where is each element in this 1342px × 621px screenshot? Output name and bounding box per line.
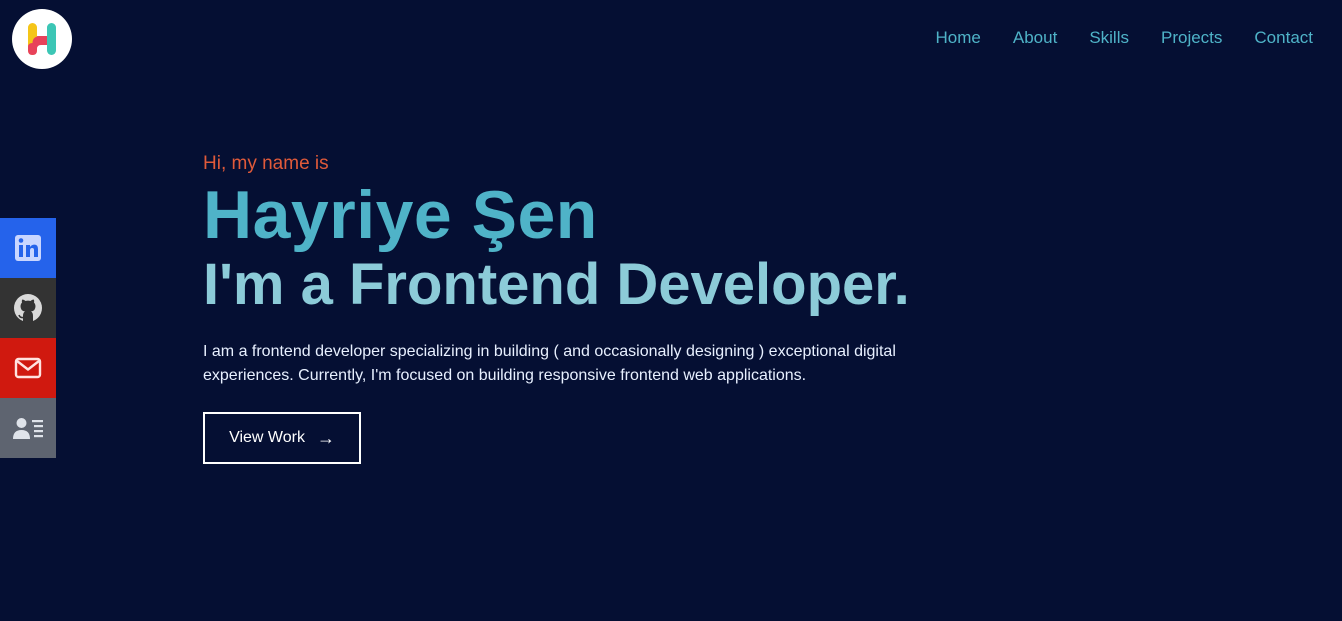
hero-description: I am a frontend developer specializing i… — [203, 343, 896, 384]
nav-about[interactable]: About — [1013, 28, 1057, 48]
view-work-button[interactable]: View Work → — [203, 412, 361, 464]
page: Home About Skills Projects Contact Hi, m… — [0, 0, 1342, 621]
mail-button[interactable] — [0, 338, 56, 398]
nav-skills[interactable]: Skills — [1089, 28, 1129, 48]
nav-contact[interactable]: Contact — [1254, 28, 1313, 48]
site-logo[interactable] — [12, 9, 72, 69]
social-sidebar — [0, 218, 56, 458]
linkedin-button[interactable] — [0, 218, 56, 278]
hero-role: I'm a Frontend Developer. — [203, 252, 910, 317]
resume-icon — [13, 418, 43, 439]
mail-icon — [14, 357, 42, 379]
greeting-text: Hi, my name is — [203, 153, 329, 174]
resume-button[interactable] — [0, 398, 56, 458]
hero-section: Hi, my name is Hayriye Şen I'm a Fronten… — [203, 152, 1103, 464]
h-logo-icon — [28, 23, 56, 55]
hero-name: Hayriye Şen — [203, 177, 598, 253]
nav-home[interactable]: Home — [936, 28, 981, 48]
linkedin-icon — [15, 235, 41, 261]
view-work-label: View Work — [229, 429, 305, 446]
github-icon — [14, 294, 42, 323]
arrow-right-icon: → — [316, 428, 335, 448]
nav-projects[interactable]: Projects — [1161, 28, 1222, 48]
github-button[interactable] — [0, 278, 56, 338]
main-nav: Home About Skills Projects Contact — [936, 28, 1313, 48]
